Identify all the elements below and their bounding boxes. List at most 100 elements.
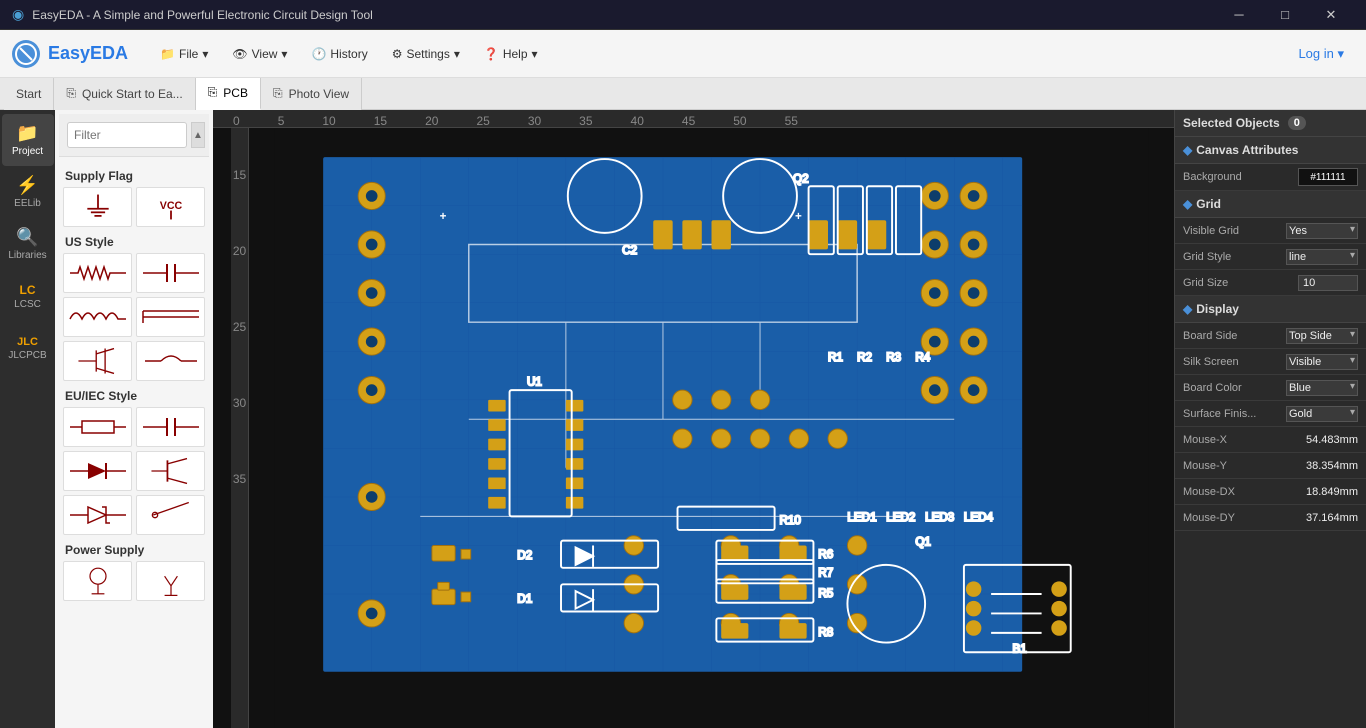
canvas-area[interactable]: 0 5 10 15 20 25 30 35 40 45 50 55 15 20 … — [213, 110, 1174, 728]
mouse-y-row: Mouse-Y 38.354mm — [1175, 453, 1366, 479]
zener-diode-us[interactable] — [136, 297, 205, 337]
jlcpcb-icon: JLC — [17, 336, 38, 348]
sidebar-item-lcsc[interactable]: LC LCSC — [2, 270, 54, 322]
component-panel: ▲ Supply Flag — [55, 110, 213, 728]
tab-icon: ⎘ — [208, 85, 218, 100]
background-color-picker[interactable]: #111111 — [1298, 168, 1358, 186]
mouse-y-value: 38.354mm — [1306, 460, 1358, 472]
ruler-mark-10: 10 — [322, 114, 335, 128]
board-color-select-wrap: Blue Green Red Black White — [1286, 380, 1358, 396]
surface-finish-select[interactable]: Gold Silver HASL — [1286, 406, 1358, 422]
project-icon: 📁 — [16, 123, 38, 144]
board-side-select[interactable]: Top Side Bottom Side — [1286, 328, 1358, 344]
capacitor-eu[interactable] — [136, 407, 205, 447]
search-input[interactable] — [67, 122, 187, 148]
resistor-us-svg — [68, 257, 128, 289]
ruler-mark-50: 50 — [733, 114, 746, 128]
svg-text:R7: R7 — [818, 567, 833, 580]
gnd2-symbol[interactable] — [63, 561, 132, 601]
history-icon: 🕐 — [311, 47, 326, 61]
svg-text:U1: U1 — [527, 375, 542, 388]
diamond-icon: ◆ — [1183, 197, 1192, 211]
svg-text:R1: R1 — [828, 351, 843, 364]
grid-size-row: Grid Size — [1175, 270, 1366, 296]
mouse-x-label: Mouse-X — [1183, 434, 1306, 446]
svg-text:R2: R2 — [857, 351, 872, 364]
help-menu[interactable]: ❓ Help ▾ — [476, 42, 546, 66]
eelib-label: EELib — [14, 198, 41, 209]
sidebar-item-libraries[interactable]: 🔍 Libraries — [2, 218, 54, 270]
board-color-select[interactable]: Blue Green Red Black White — [1286, 380, 1358, 396]
tab-quickstart[interactable]: ⎘ Quick Start to Ea... — [54, 78, 195, 110]
diode-eu[interactable] — [63, 451, 132, 491]
board-side-row: Board Side Top Side Bottom Side — [1175, 323, 1366, 349]
file-menu[interactable]: 📁 File ▾ — [152, 42, 216, 66]
tab-start[interactable]: Start — [4, 78, 54, 110]
tab-pcb[interactable]: ⎘ PCB — [196, 78, 261, 110]
board-color-row: Board Color Blue Green Red Black White — [1175, 375, 1366, 401]
transistor-us[interactable] — [63, 341, 132, 381]
view-menu[interactable]: 👁 View ▾ — [224, 42, 295, 66]
grid-size-input[interactable] — [1298, 275, 1358, 291]
svg-text:R6: R6 — [818, 548, 833, 561]
supply-flag-grid: VCC — [63, 187, 205, 227]
svg-text:R4: R4 — [915, 351, 930, 364]
silk-screen-select[interactable]: Visible Hidden — [1286, 354, 1358, 370]
tab-icon: ⎘ — [66, 86, 76, 101]
transistor-eu[interactable] — [136, 451, 205, 491]
view-icon: 👁 — [232, 47, 247, 61]
sidebar-item-eelib[interactable]: ⚡ EELib — [2, 166, 54, 218]
settings-menu[interactable]: ⚙ Settings ▾ — [384, 42, 468, 66]
svg-text:LED2: LED2 — [886, 511, 915, 524]
maximize-button[interactable]: □ — [1262, 0, 1308, 30]
canvas-attributes-header: ◆ Canvas Attributes — [1175, 137, 1366, 164]
svg-text:D1: D1 — [517, 593, 532, 606]
tab-photoview[interactable]: ⎘ Photo View — [261, 78, 362, 110]
capacitor-us[interactable] — [136, 253, 205, 293]
jumper-us[interactable] — [136, 341, 205, 381]
grid-style-select[interactable]: line dot — [1286, 249, 1358, 265]
sidebar-item-jlcpcb[interactable]: JLC JLCPCB — [2, 322, 54, 374]
project-label: Project — [12, 146, 43, 157]
gnd-symbol[interactable] — [63, 187, 132, 227]
capacitor-us-svg — [141, 257, 201, 289]
visible-grid-select[interactable]: Yes No — [1286, 223, 1358, 239]
selected-objects-header: Selected Objects 0 — [1175, 110, 1366, 137]
inductor-us-svg — [68, 301, 128, 333]
pcb-canvas[interactable]: 15 20 25 30 35 — [231, 128, 1174, 728]
window-title: EasyEDA - A Simple and Powerful Electron… — [32, 8, 1216, 22]
logo-text: EasyEDA — [48, 43, 128, 64]
ruler-mark-15: 15 — [374, 114, 387, 128]
vcc-symbol[interactable]: VCC — [136, 187, 205, 227]
canvas-attributes-label: Canvas Attributes — [1196, 143, 1298, 157]
minimize-button[interactable]: ─ — [1216, 0, 1262, 30]
surface-finish-label: Surface Finis... — [1183, 408, 1286, 420]
history-menu[interactable]: 🕐 History — [303, 42, 375, 66]
login-button[interactable]: Log in ▾ — [1286, 41, 1356, 67]
grid-header: ◆ Grid — [1175, 191, 1366, 218]
zener-eu[interactable] — [63, 495, 132, 535]
svg-text:+: + — [795, 210, 802, 223]
vcc2-svg — [141, 565, 201, 597]
svg-text:LED3: LED3 — [925, 511, 954, 524]
resistor-eu[interactable] — [63, 407, 132, 447]
ruler-v-20: 20 — [233, 244, 246, 258]
help-icon: ❓ — [484, 47, 499, 61]
resistor-us[interactable] — [63, 253, 132, 293]
power-supply-grid — [63, 561, 205, 601]
right-panel: Selected Objects 0 ◆ Canvas Attributes B… — [1174, 110, 1366, 728]
inductor-us[interactable] — [63, 297, 132, 337]
probe-eu[interactable] — [136, 495, 205, 535]
mouse-dy-label: Mouse-DY — [1183, 512, 1306, 524]
sidebar-item-project[interactable]: 📁 Project — [2, 114, 54, 166]
ruler-v-30: 30 — [233, 396, 246, 410]
silk-screen-row: Silk Screen Visible Hidden — [1175, 349, 1366, 375]
close-button[interactable]: ✕ — [1308, 0, 1354, 30]
vcc2-symbol[interactable] — [136, 561, 205, 601]
diamond-icon: ◆ — [1183, 302, 1192, 316]
scroll-up-button[interactable]: ▲ — [191, 122, 205, 148]
board-side-select-wrap: Top Side Bottom Side — [1286, 328, 1358, 344]
eelib-icon: ⚡ — [16, 175, 38, 196]
mouse-dy-row: Mouse-DY 37.164mm — [1175, 505, 1366, 531]
resistor-eu-svg — [68, 411, 128, 443]
